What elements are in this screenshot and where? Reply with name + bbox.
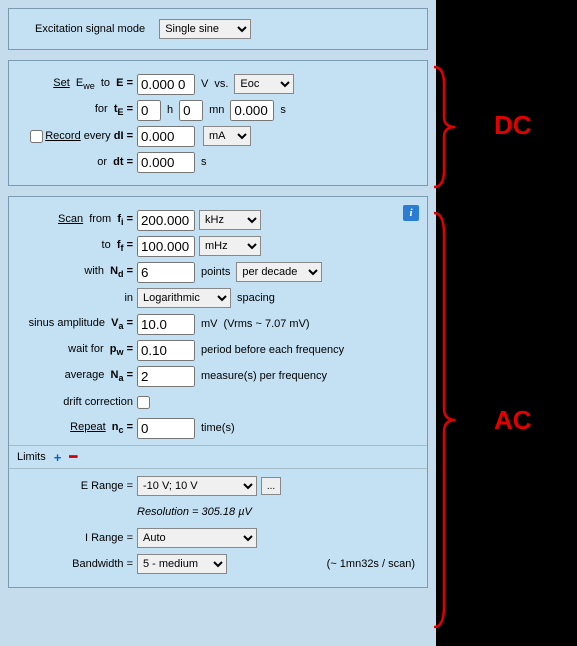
scan-fi-label: Scan from fi = [17,213,137,227]
ac-brace-icon [431,210,461,630]
vs-label: vs. [214,78,234,90]
erange-more-button[interactable]: ... [261,477,281,495]
to-ff-label: to ff = [17,239,137,253]
erange-label: E Range = [17,480,137,492]
scan-time-label: (~ 1mn32s / scan) [327,558,419,570]
resolution-label: Resolution = 305.18 µV [137,506,252,518]
fi-value-input[interactable] [137,210,195,231]
record-di-label: Record every dI = [17,130,137,143]
limits-row: Limits + ━ [9,445,427,469]
vrms-label: (Vrms ~ 7.07 mV) [224,318,314,330]
ac-label: AC [494,405,532,436]
drift-checkbox[interactable] [137,396,150,409]
fi-unit-select[interactable]: kHz [199,210,261,230]
te-mn-input[interactable] [179,100,203,121]
pw-suffix: period before each frequency [195,344,350,356]
e-unit: V [195,78,214,90]
di-unit-select[interactable]: mA [203,126,251,146]
set-ewe-label: Set Ewe to E = [17,77,137,91]
ac-panel: i Scan from fi = kHz to ff = mHz with N [8,196,428,588]
ff-unit-select[interactable]: mHz [199,236,261,256]
excitation-mode-panel: Excitation signal mode Single sine [8,8,428,50]
info-icon[interactable]: i [403,205,419,221]
na-suffix: measure(s) per frequency [195,370,333,382]
irange-label: I Range = [17,532,137,544]
repeat-nc-label: Repeat nc = [17,421,137,435]
limits-add-icon[interactable]: + [54,450,62,465]
dc-panel: Set Ewe to E = V vs. Eoc for tE = h mn s [8,60,428,186]
dt-value-input[interactable] [137,152,195,173]
h-unit: h [161,104,179,116]
dc-brace-icon [431,64,461,190]
te-h-input[interactable] [137,100,161,121]
bw-label: Bandwidth = [17,558,137,570]
nc-value-input[interactable] [137,418,195,439]
spacing-select[interactable]: Logarithmic [137,288,231,308]
nc-suffix: time(s) [195,422,241,434]
for-te-label: for tE = [17,103,137,117]
excitation-mode-select[interactable]: Single sine [159,19,251,39]
in-label: in [17,292,137,304]
di-value-input[interactable] [137,126,195,147]
va-unit: mV [195,318,224,330]
vs-ref-select[interactable]: Eoc [234,74,294,94]
mn-unit: mn [203,104,230,116]
pw-value-input[interactable] [137,340,195,361]
limits-label: Limits [17,451,46,463]
per-mode-select[interactable]: per decade [236,262,322,282]
dc-label: DC [494,110,532,141]
excitation-mode-label: Excitation signal mode [35,23,149,35]
wait-pw-label: wait for pw = [17,343,137,357]
ff-value-input[interactable] [137,236,195,257]
drift-label: drift correction [17,396,137,408]
record-checkbox[interactable] [30,130,43,143]
sinus-va-label: sinus amplitude Va = [17,317,137,331]
bw-select[interactable]: 5 - medium [137,554,227,574]
te-s-input[interactable] [230,100,274,121]
or-dt-label: or dt = [17,156,137,168]
erange-select[interactable]: -10 V; 10 V [137,476,257,496]
with-nd-label: with Nd = [17,265,137,279]
s-unit: s [274,104,292,116]
points-label: points [195,266,236,278]
limits-remove-icon[interactable]: ━ [69,449,77,465]
dt-unit: s [195,156,213,168]
avg-na-label: average Na = [17,369,137,383]
na-value-input[interactable] [137,366,195,387]
va-value-input[interactable] [137,314,195,335]
spacing-label: spacing [231,292,281,304]
e-value-input[interactable] [137,74,195,95]
irange-select[interactable]: Auto [137,528,257,548]
nd-value-input[interactable] [137,262,195,283]
annotation-column: DC AC [436,0,577,646]
